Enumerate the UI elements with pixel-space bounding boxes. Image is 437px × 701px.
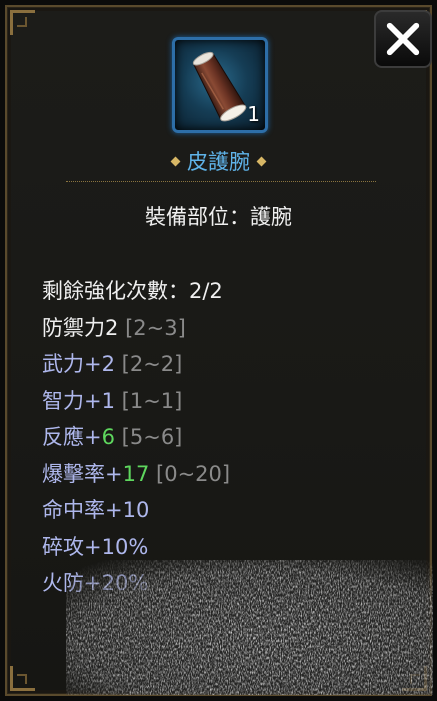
stat-label: 反應+ (42, 425, 102, 449)
divider (66, 181, 376, 182)
diamond-icon (170, 156, 181, 166)
stat-strength: 武力+2 [2~2] (42, 346, 230, 383)
stat-label: 爆擊率+ (42, 461, 123, 486)
stat-range: [5~6] (121, 425, 183, 449)
item-stack-count: 1 (247, 102, 260, 126)
equip-slot-label: 裝備部位：護腕 (145, 205, 292, 229)
stat-label: 智力+1 (42, 388, 115, 413)
stat-label: 剩餘強化次數：2/2 (42, 279, 223, 303)
stat-list: 剩餘強化次數：2/2 防禦力2 [2~3] 武力+2 [2~2] 智力+1 [1… (42, 273, 230, 602)
stat-crit-rate: 爆擊率+17 [0~20] (42, 456, 230, 493)
stat-range: [1~1] (121, 388, 183, 413)
item-icon-slot[interactable]: 1 (172, 37, 268, 133)
stat-intelligence: 智力+1 [1~1] (42, 383, 230, 420)
stat-label: 命中率+10 (42, 498, 150, 522)
stat-bonus-value: 6 (101, 425, 115, 449)
item-name-row: 皮護腕 (0, 146, 437, 176)
stat-enhance-remaining: 剩餘強化次數：2/2 (42, 273, 230, 310)
close-icon (386, 22, 420, 56)
close-button[interactable] (374, 10, 432, 68)
stat-range: [0~20] (156, 461, 231, 486)
stat-reaction: 反應+6 [5~6] (42, 419, 230, 456)
item-name: 皮護腕 (187, 150, 250, 174)
stat-range: [2~2] (121, 352, 183, 376)
stat-bonus-value: 17 (122, 461, 150, 486)
diamond-icon (256, 156, 267, 166)
stat-hit-rate: 命中率+10 (42, 492, 230, 529)
stat-label: 武力+2 (42, 352, 115, 376)
stat-range: [2~3] (125, 315, 186, 340)
leather-bracer-icon (192, 51, 247, 122)
stat-defense: 防禦力2 [2~3] (42, 310, 230, 347)
stat-label: 碎攻+10% (42, 534, 149, 559)
stat-label: 防禦力2 (42, 315, 119, 340)
frame-corner-ornament (10, 10, 35, 35)
noise-overlay (66, 560, 433, 695)
frame-corner-ornament (10, 666, 35, 691)
